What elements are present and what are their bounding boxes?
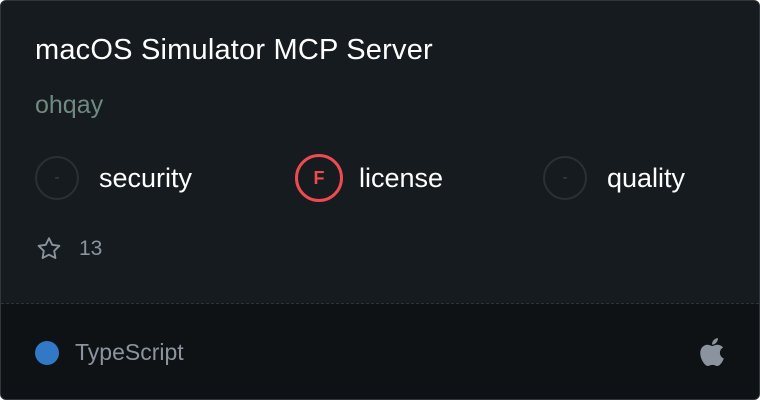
- mcp-server-card[interactable]: macOS Simulator MCP Server ohqay - secur…: [0, 0, 760, 400]
- quality-grade-circle: -: [543, 156, 587, 200]
- quality-label: quality: [607, 162, 686, 193]
- star-count-value: 13: [79, 237, 103, 260]
- security-label: security: [99, 162, 193, 193]
- license-badge[interactable]: F license: [295, 154, 443, 202]
- server-title[interactable]: macOS Simulator MCP Server: [35, 34, 433, 67]
- security-grade-circle: -: [35, 156, 79, 200]
- owner-name[interactable]: ohqay: [35, 91, 103, 120]
- card-body: macOS Simulator MCP Server ohqay - secur…: [1, 1, 759, 303]
- license-label: license: [359, 162, 444, 193]
- star-icon: [37, 237, 61, 259]
- card-footer: TypeScript: [1, 304, 759, 399]
- security-badge[interactable]: - security: [35, 154, 192, 202]
- apple-icon: [700, 338, 724, 366]
- language-indicator: TypeScript: [35, 339, 184, 366]
- license-grade-circle: F: [295, 154, 343, 202]
- language-color-dot: [35, 340, 59, 365]
- quality-badge[interactable]: - quality: [543, 154, 685, 202]
- language-label: TypeScript: [75, 339, 184, 365]
- star-count: 13: [35, 235, 102, 263]
